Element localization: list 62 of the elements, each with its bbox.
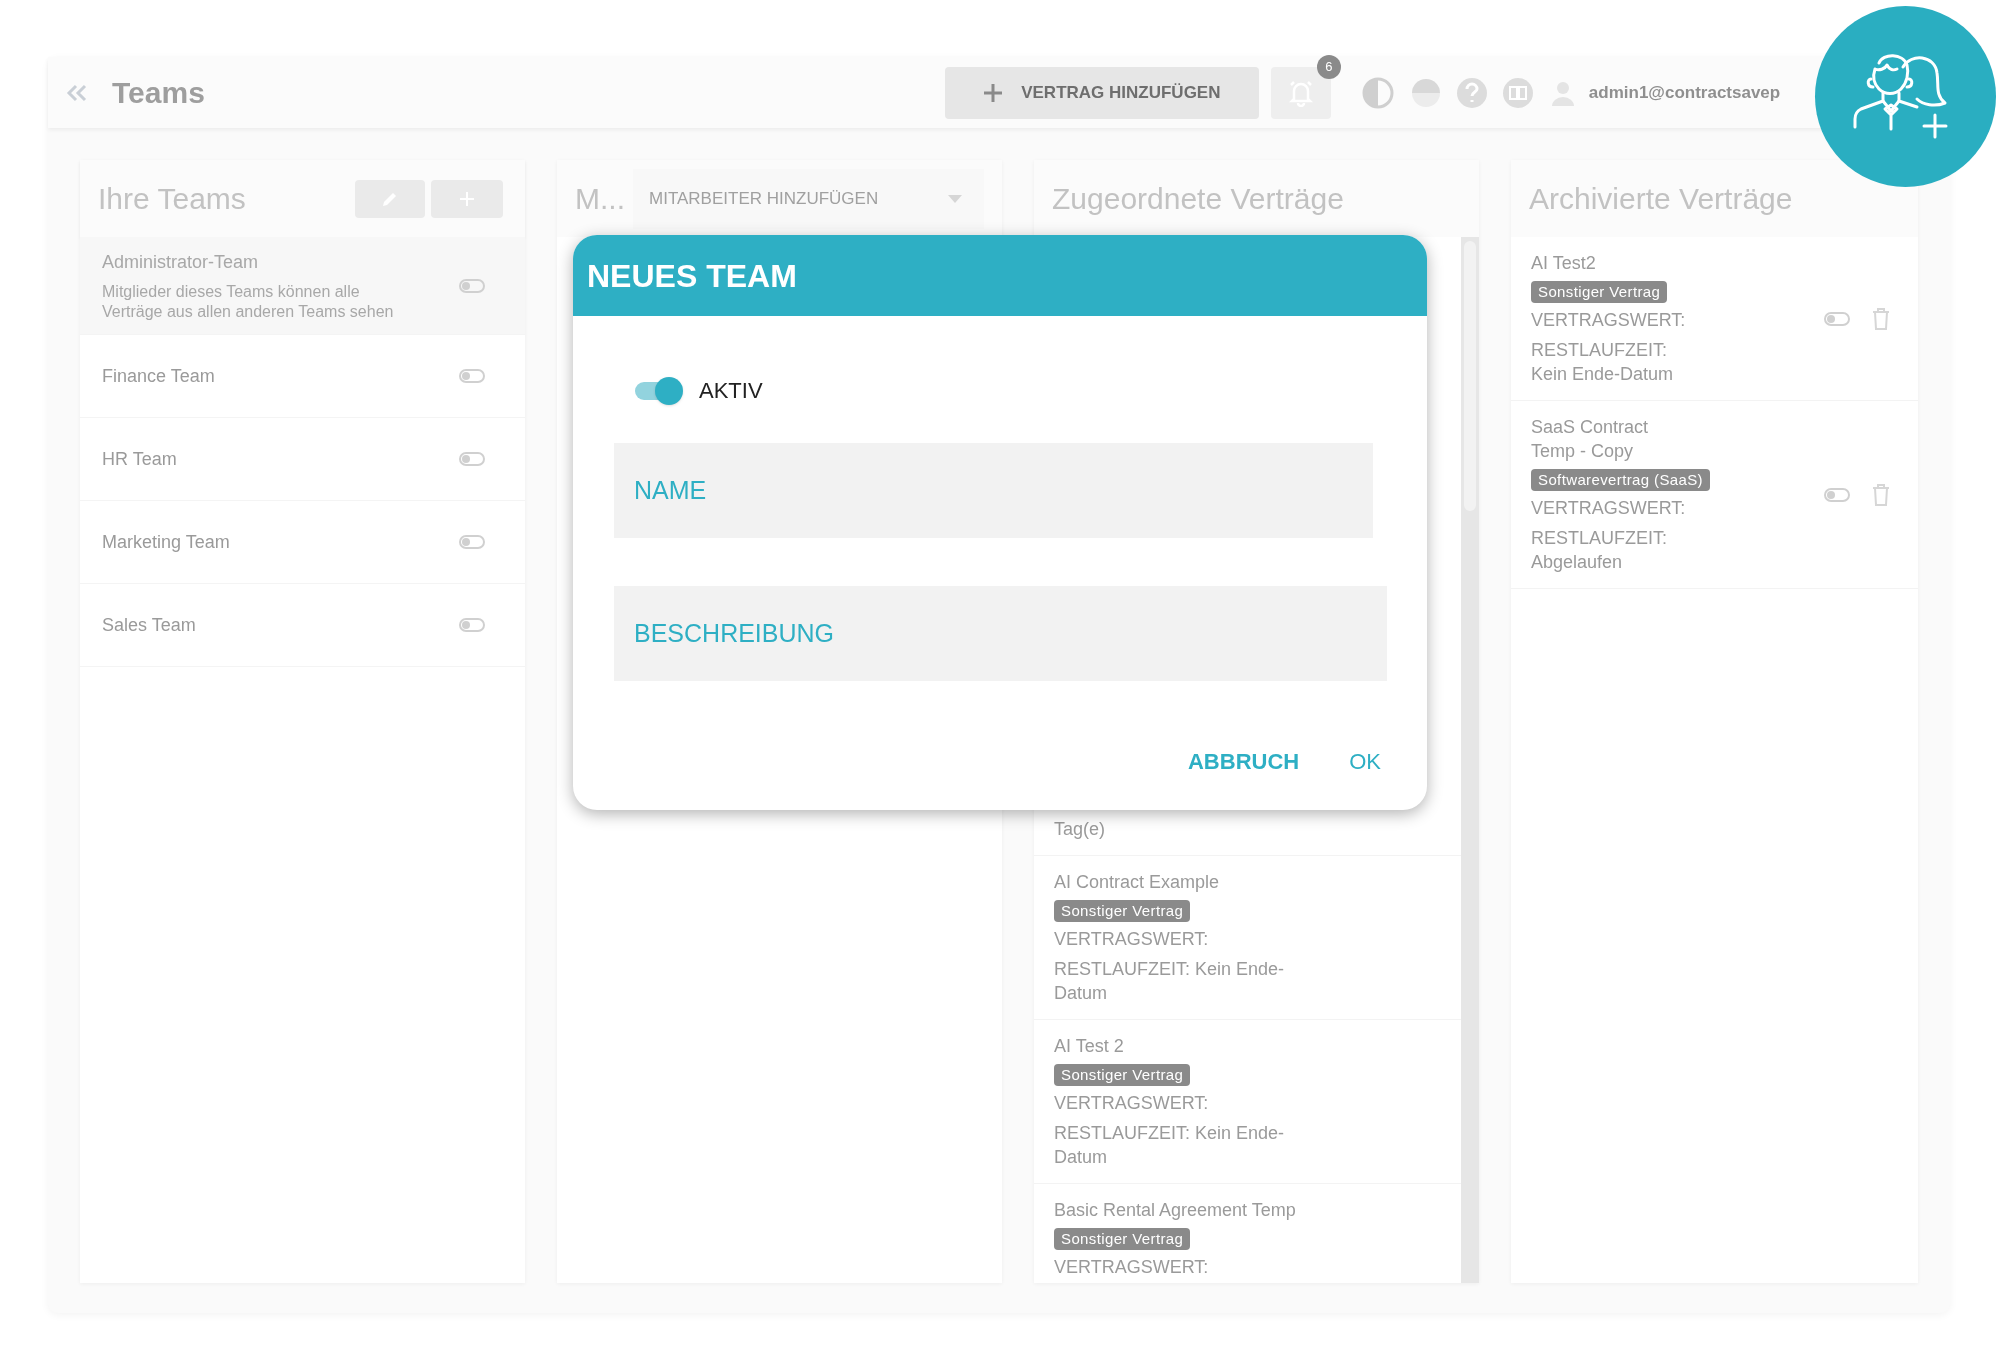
contract-name: AI Test2 <box>1531 252 1597 275</box>
toggle-switch[interactable] <box>459 278 485 293</box>
book-icon[interactable] <box>1500 75 1535 110</box>
remaining-term: RESTLAUFZEIT: Abgelaufen <box>1531 527 1669 574</box>
contract-name: Basic Rental Agreement Temp <box>1054 1199 1297 1222</box>
contract-value-label: VERTRAGSWERT: <box>1054 1256 1210 1279</box>
team-item[interactable]: Marketing Team <box>80 501 525 584</box>
contract-type-tag: Sonstiger Vertrag <box>1531 281 1668 303</box>
contrast-icon[interactable] <box>1360 75 1395 110</box>
team-name: Sales Team <box>102 613 197 637</box>
contract-value-label: VERTRAGSWERT: <box>1531 497 1687 520</box>
toggle-switch[interactable] <box>459 452 485 466</box>
toggle-switch[interactable] <box>459 535 485 549</box>
team-item[interactable]: HR Team <box>80 418 525 501</box>
remaining-term: Tag(e) <box>1054 818 1107 841</box>
trash-icon[interactable] <box>1872 307 1890 330</box>
notification-badge: 6 <box>1316 54 1341 79</box>
team-name: HR Team <box>102 447 178 471</box>
team-item[interactable]: Administrator-Team Mitglieder dieses Teams können alle Verträge aus allen anderen Teams sehen <box>80 237 525 335</box>
collapse-icon[interactable] <box>66 83 88 102</box>
active-label: AKTIV <box>699 377 763 405</box>
contract-type-tag: Sonstiger Vertrag <box>1054 900 1191 922</box>
toggle-switch[interactable] <box>635 375 683 406</box>
toggle-switch[interactable] <box>1824 311 1850 326</box>
contract-value-label: VERTRAGSWERT: <box>1054 1092 1210 1115</box>
caret-icon <box>948 194 962 203</box>
contract-type-tag: Softwarevertrag (SaaS) <box>1531 469 1710 491</box>
toggle-switch[interactable] <box>459 369 485 383</box>
cancel-button[interactable]: ABBRUCH <box>1178 739 1310 784</box>
team-name: Marketing Team <box>102 530 231 554</box>
ok-button[interactable]: OK <box>1339 739 1391 784</box>
contract-name: SaaS Contract Temp - Copy <box>1531 416 1650 463</box>
team-item[interactable]: Finance Team <box>80 335 525 418</box>
contract-type-tag: Sonstiger Vertrag <box>1054 1064 1191 1086</box>
trash-icon[interactable] <box>1872 483 1890 506</box>
description-field[interactable]: BESCHREIBUNG <box>614 586 1387 681</box>
team-description: Mitglieder dieses Teams können alle Verträge aus allen anderen Teams sehen <box>102 282 395 322</box>
remaining-term: RESTLAUFZEIT: Kein Ende-Datum <box>1531 339 1675 386</box>
contract-name: AI Contract Example <box>1054 871 1221 894</box>
panel-title: Archivierte Verträge <box>1529 181 1793 217</box>
scrollbar[interactable] <box>1461 237 1479 1283</box>
contract-value-label: VERTRAGSWERT: <box>1054 928 1210 951</box>
contract-name: AI Test 2 <box>1054 1035 1125 1058</box>
remaining-term: RESTLAUFZEIT: Kein Ende-Datum <box>1054 1122 1286 1169</box>
add-contract-button[interactable]: VERTRAG HINZUFÜGEN <box>944 66 1259 119</box>
panel-title: Zugeordnete Verträge <box>1052 181 1344 217</box>
team-item[interactable]: Sales Team <box>80 584 525 667</box>
team-name: Finance Team <box>102 364 216 388</box>
help-icon[interactable] <box>1454 75 1489 110</box>
name-field[interactable]: NAME <box>614 443 1373 538</box>
dialog-title: NEUES TEAM <box>587 256 797 296</box>
toggle-switch[interactable] <box>1824 487 1850 502</box>
remaining-term: RESTLAUFZEIT: Kein Ende-Datum <box>1054 958 1286 1005</box>
panel-title: M... <box>575 181 625 217</box>
contract-type-tag: Sonstiger Vertrag <box>1054 1228 1191 1250</box>
team-name: Administrator-Team <box>102 251 260 274</box>
contract-value-label: VERTRAGSWERT: <box>1531 309 1687 332</box>
plus-icon <box>983 82 1004 103</box>
panel-title: Ihre Teams <box>98 181 246 217</box>
user-email[interactable]: admin1@contractsavep <box>1588 79 1781 106</box>
page-title: Teams <box>112 75 205 111</box>
toggle-switch[interactable] <box>459 618 485 632</box>
